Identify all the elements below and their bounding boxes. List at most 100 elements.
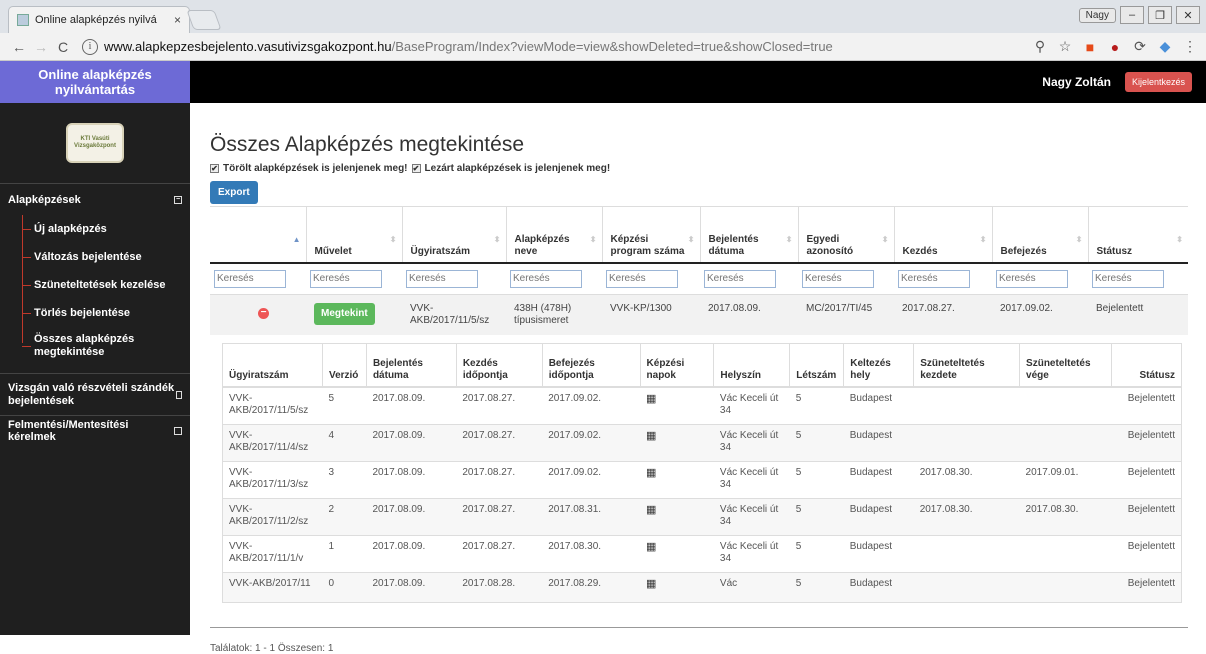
new-tab-button[interactable]: [186, 10, 222, 30]
sidebar-item-osszes[interactable]: Összes alapképzés megtekintése: [22, 327, 190, 365]
expand-icon[interactable]: [174, 426, 182, 435]
detail-header: Szüneteltetés kezdete: [913, 342, 1020, 388]
sort-icon[interactable]: ⬍: [494, 234, 501, 246]
tab-close-icon[interactable]: ×: [174, 13, 181, 27]
app-brand[interactable]: Online alapképzés nyilvántartás: [0, 61, 190, 103]
chrome-menu-icon[interactable]: ⋮: [1182, 38, 1198, 55]
expand-icon[interactable]: [175, 390, 182, 399]
logout-button[interactable]: Kijelentkezés: [1124, 72, 1192, 92]
cell-bef: 2017.08.29.: [542, 571, 641, 602]
show-deleted-checkbox[interactable]: ✔: [210, 164, 219, 173]
sidebar-section-alapkepzesek[interactable]: Alapképzések −: [0, 183, 190, 215]
column-header-expand[interactable]: ▲: [210, 206, 306, 263]
logo-text: KTI Vasúti Vizsgaközpont: [74, 136, 116, 149]
sort-icon[interactable]: ⬍: [980, 234, 987, 246]
office-extension-icon[interactable]: ■: [1082, 39, 1098, 55]
cell-let: 5: [789, 534, 844, 572]
bookmark-star-icon[interactable]: ☆: [1057, 38, 1073, 55]
calendar-icon[interactable]: ▦: [646, 467, 656, 479]
sort-icon[interactable]: ⬍: [786, 234, 793, 246]
minimize-icon[interactable]: –: [1120, 6, 1144, 24]
column-header-kezdes[interactable]: Kezdés ⬍: [893, 206, 992, 263]
export-button[interactable]: Export: [210, 181, 258, 204]
column-header-program[interactable]: Képzési program száma ⬍: [601, 206, 700, 263]
reload-icon[interactable]: C: [52, 39, 74, 55]
collapse-row-icon[interactable]: −: [258, 307, 269, 319]
browser-tab[interactable]: Online alapképzés nyilvá ×: [8, 6, 190, 33]
back-icon[interactable]: ←: [8, 39, 30, 55]
column-header-befejezes[interactable]: Befejezés ⬍: [991, 206, 1088, 263]
cell-hely: Vác Keceli út 34: [713, 460, 790, 498]
sort-icon[interactable]: ⬍: [390, 234, 397, 246]
search-input[interactable]: [606, 269, 678, 288]
sort-icon[interactable]: ⬍: [688, 234, 695, 246]
sidebar-item-uj-alapkepzes[interactable]: Új alapképzés: [22, 215, 190, 243]
puzzle-extension-icon[interactable]: ◆: [1157, 38, 1173, 55]
cell-bej: 2017.08.09.: [366, 497, 457, 535]
column-header-statusz[interactable]: Státusz ⬍: [1087, 206, 1188, 263]
user-name: Nagy Zoltán: [1042, 75, 1111, 89]
sort-icon[interactable]: ⬍: [1076, 234, 1083, 246]
sidebar-section-label: Vizsgán való részvételi szándék bejelent…: [8, 381, 175, 407]
search-input[interactable]: [406, 269, 478, 288]
calendar-icon[interactable]: ▦: [646, 541, 656, 553]
cell-bej: 2017.08.09.: [366, 423, 457, 461]
cell-kelt: Budapest: [843, 534, 914, 572]
calendar-icon[interactable]: ▦: [646, 393, 656, 405]
detail-header: Ügyiratszám: [222, 342, 323, 388]
zoom-icon[interactable]: ⚲: [1032, 38, 1048, 55]
address-bar: ← → C i www.alapkepzesbejelento.vasutivi…: [0, 33, 1206, 61]
spy-extension-icon[interactable]: ●: [1107, 39, 1123, 55]
cell-let: 5: [789, 423, 844, 461]
view-button[interactable]: Megtekint: [314, 302, 375, 325]
sidebar-section-vizsga[interactable]: Vizsgán való részvételi szándék bejelent…: [0, 373, 190, 415]
calendar-icon[interactable]: ▦: [646, 430, 656, 442]
forward-icon[interactable]: →: [30, 39, 52, 55]
cell-kezd: 2017.08.27.: [456, 497, 543, 535]
sort-icon[interactable]: ⬍: [882, 234, 889, 246]
column-header-muvelet[interactable]: Művelet ⬍: [305, 206, 402, 263]
sync-extension-icon[interactable]: ⟳: [1132, 38, 1148, 55]
cell-kezd: 2017.08.27.: [456, 386, 543, 424]
search-input[interactable]: [996, 269, 1068, 288]
cell-kelt: Budapest: [843, 423, 914, 461]
search-input[interactable]: [310, 269, 382, 288]
sidebar-section-felmentes[interactable]: Felmentési/Mentesítési kérelmek: [0, 415, 190, 445]
company-logo: KTI Vasúti Vizsgaközpont: [66, 123, 124, 163]
sidebar-section-label: Alapképzések: [8, 193, 81, 206]
cell-hely: Vác Keceli út 34: [713, 497, 790, 535]
search-input[interactable]: [898, 269, 970, 288]
column-header-nev[interactable]: Alapképzés neve ⬍: [505, 206, 602, 263]
sidebar-item-szuneteltetesek[interactable]: Szüneteltetések kezelése: [22, 271, 190, 299]
column-header-azonosito[interactable]: Egyedi azonosító ⬍: [797, 206, 894, 263]
search-input[interactable]: [214, 269, 286, 288]
search-input[interactable]: [802, 269, 874, 288]
column-header-ugyiratszam[interactable]: Ügyiratszám ⬍: [401, 206, 506, 263]
cell-ugy: VVK-AKB/2017/11: [222, 571, 323, 602]
table-row: VVK-AKB/2017/11/4/sz 4 2017.08.09. 2017.08.…: [222, 423, 1182, 461]
detail-header: Bejelentés dátuma: [365, 342, 457, 388]
search-input[interactable]: [1092, 269, 1164, 288]
extension-icons: ⚲ ☆ ■ ● ⟳ ◆ ⋮: [1032, 38, 1198, 55]
sidebar-item-valtozas[interactable]: Változás bejelentése: [22, 243, 190, 271]
show-closed-checkbox[interactable]: ✔: [411, 164, 421, 173]
search-input[interactable]: [704, 269, 776, 288]
sidebar-item-torles[interactable]: Törlés bejelentése: [22, 299, 190, 327]
sort-icon[interactable]: ⬍: [590, 234, 597, 246]
cell-ugyiratszam: VVK-AKB/2017/11/5/sz: [402, 293, 506, 335]
window-user-badge[interactable]: Nagy: [1078, 7, 1116, 23]
detail-header: Keltezés hely: [843, 342, 914, 388]
maximize-icon[interactable]: ❐: [1148, 6, 1172, 24]
calendar-icon[interactable]: ▦: [646, 504, 656, 516]
detail-header: Szüneteltetés vége: [1019, 342, 1112, 388]
url-input[interactable]: i www.alapkepzesbejelento.vasutivizsgako…: [82, 36, 1024, 58]
cell-ugy: VVK-AKB/2017/11/3/sz: [222, 460, 323, 498]
collapse-icon[interactable]: −: [174, 195, 182, 204]
calendar-icon[interactable]: ▦: [646, 578, 656, 590]
column-header-bejelentes[interactable]: Bejelentés dátuma ⬍: [699, 206, 798, 263]
search-input[interactable]: [510, 269, 582, 288]
close-window-icon[interactable]: ✕: [1176, 6, 1200, 24]
sort-asc-icon[interactable]: ▲: [293, 234, 301, 246]
sort-icon[interactable]: ⬍: [1176, 234, 1183, 246]
site-info-icon[interactable]: i: [82, 38, 98, 55]
